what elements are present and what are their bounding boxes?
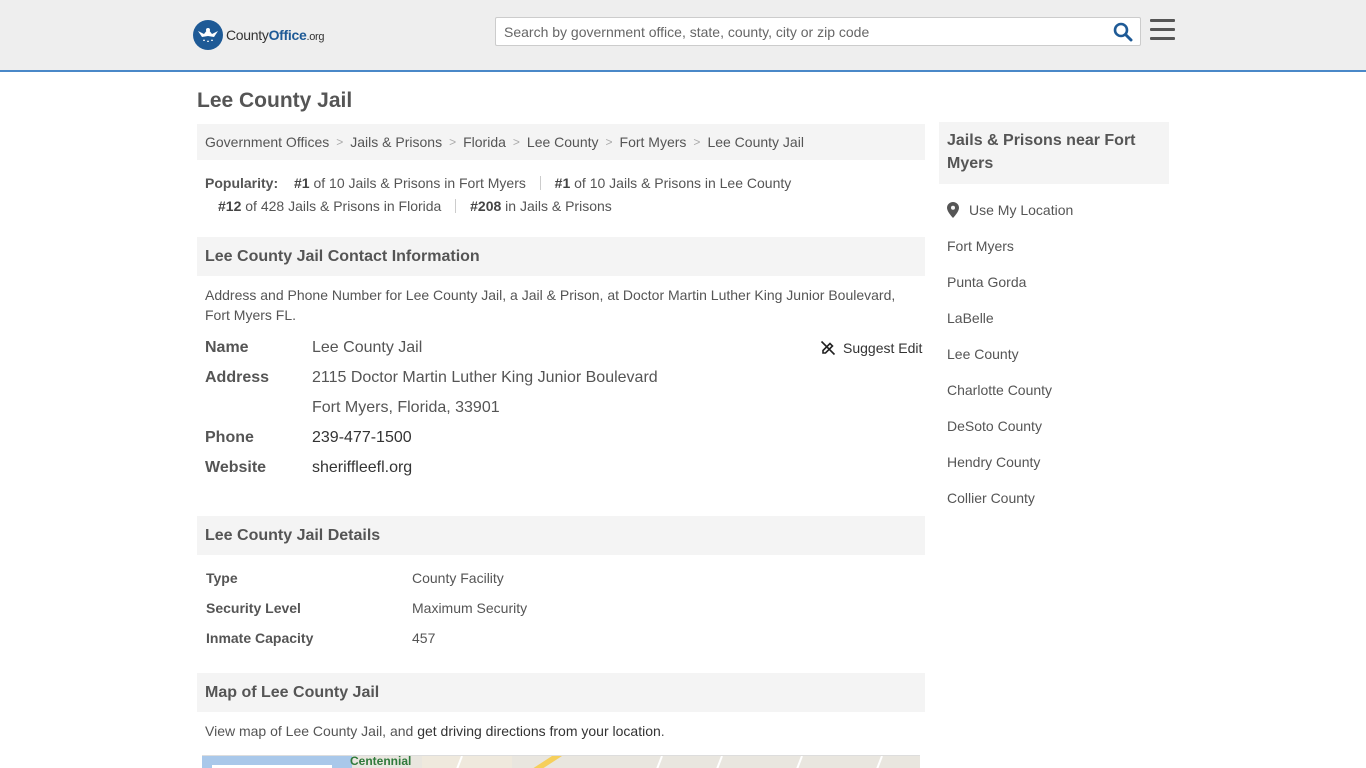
logo-text: CountyOffice.org <box>226 27 325 43</box>
use-my-location[interactable]: Use My Location <box>947 202 1073 218</box>
sidebar-link-labelle[interactable]: LaBelle <box>947 310 994 326</box>
site-header: CountyOffice.org <box>0 0 1366 72</box>
address-line2: Fort Myers, Florida, 33901 <box>312 399 500 416</box>
map-description: View map of Lee County Jail, and get dri… <box>205 723 665 739</box>
suggest-edit-link[interactable]: Suggest Edit <box>843 340 922 356</box>
name-value: Lee County Jail <box>312 339 423 356</box>
chevron-right-icon: > <box>605 135 613 149</box>
detail-label: Security Level <box>206 600 301 616</box>
detail-value: County Facility <box>412 570 504 586</box>
sidebar-link-desoto-county[interactable]: DeSoto County <box>947 418 1042 434</box>
website-label: Website <box>205 459 267 476</box>
map-section-heading: Map of Lee County Jail <box>197 673 925 712</box>
sidebar-link-lee-county[interactable]: Lee County <box>947 346 1019 362</box>
detail-value: 457 <box>412 630 436 646</box>
popularity-rankings: Popularity: #1 of 10 Jails & Prisons in … <box>205 172 905 218</box>
popularity-item: #12 of 428 Jails & Prisons in Florida <box>218 198 442 214</box>
sidebar-link-hendry-county[interactable]: Hendry County <box>947 454 1040 470</box>
contact-description: Address and Phone Number for Lee County … <box>205 287 896 323</box>
sidebar-heading: Jails & Prisons near Fort Myers <box>939 122 1169 184</box>
popularity-item: #208 in Jails & Prisons <box>470 198 612 214</box>
sidebar-link-punta-gorda[interactable]: Punta Gorda <box>947 274 1026 290</box>
chevron-right-icon: > <box>449 135 457 149</box>
details-section-heading: Lee County Jail Details <box>197 516 925 555</box>
detail-label: Inmate Capacity <box>206 630 314 646</box>
search-icon <box>1113 22 1133 42</box>
popularity-item: #1 of 10 Jails & Prisons in Lee County <box>554 175 792 191</box>
breadcrumb-fort-myers[interactable]: Fort Myers <box>620 134 687 150</box>
suggest-edit[interactable]: Suggest Edit <box>820 340 922 356</box>
eagle-seal-icon <box>193 20 223 50</box>
search-input[interactable] <box>496 18 1106 45</box>
detail-value: Maximum Security <box>412 600 528 616</box>
use-my-location-link[interactable]: Use My Location <box>969 202 1073 218</box>
name-label: Name <box>205 339 249 356</box>
sidebar-link-charlotte-county[interactable]: Charlotte County <box>947 382 1052 398</box>
search-button[interactable] <box>1112 22 1134 42</box>
divider <box>455 199 457 213</box>
breadcrumb-current[interactable]: Lee County Jail <box>707 134 804 150</box>
breadcrumb-jails-prisons[interactable]: Jails & Prisons <box>350 134 442 150</box>
chevron-right-icon: > <box>336 135 344 149</box>
phone-label: Phone <box>205 429 254 446</box>
detail-label: Type <box>206 570 238 586</box>
contact-section-heading: Lee County Jail Contact Information <box>197 237 925 276</box>
map-tiles <box>202 756 883 768</box>
divider <box>539 176 541 190</box>
address-line1: 2115 Doctor Martin Luther King Junior Bo… <box>312 369 658 386</box>
breadcrumb-florida[interactable]: Florida <box>463 134 506 150</box>
driving-directions-link[interactable]: get driving directions from your locatio… <box>417 723 661 739</box>
search-box <box>495 17 1141 46</box>
chevron-right-icon: > <box>512 135 520 149</box>
breadcrumb: Government Offices > Jails & Prisons > F… <box>197 124 925 160</box>
address-label: Address <box>205 369 270 386</box>
popularity-label: Popularity: <box>205 175 279 191</box>
website-link[interactable]: sheriffleefl.org <box>312 459 412 476</box>
chevron-right-icon: > <box>693 135 701 149</box>
map-pin-icon <box>947 202 959 218</box>
phone-link[interactable]: 239-477-1500 <box>312 429 412 446</box>
sidebar-link-collier-county[interactable]: Collier County <box>947 490 1035 506</box>
edit-off-icon <box>820 340 836 356</box>
site-logo[interactable]: CountyOffice.org <box>193 20 325 50</box>
hamburger-menu-icon[interactable] <box>1150 19 1175 41</box>
breadcrumb-lee-county[interactable]: Lee County <box>527 134 599 150</box>
page-title: Lee County Jail <box>197 89 353 112</box>
sidebar-link-fort-myers[interactable]: Fort Myers <box>947 238 1014 254</box>
location-map[interactable]: Centennial <box>202 755 920 768</box>
popularity-item: #1 of 10 Jails & Prisons in Fort Myers <box>294 175 526 191</box>
map-place-label: Centennial <box>350 755 412 768</box>
breadcrumb-government-offices[interactable]: Government Offices <box>205 134 329 150</box>
